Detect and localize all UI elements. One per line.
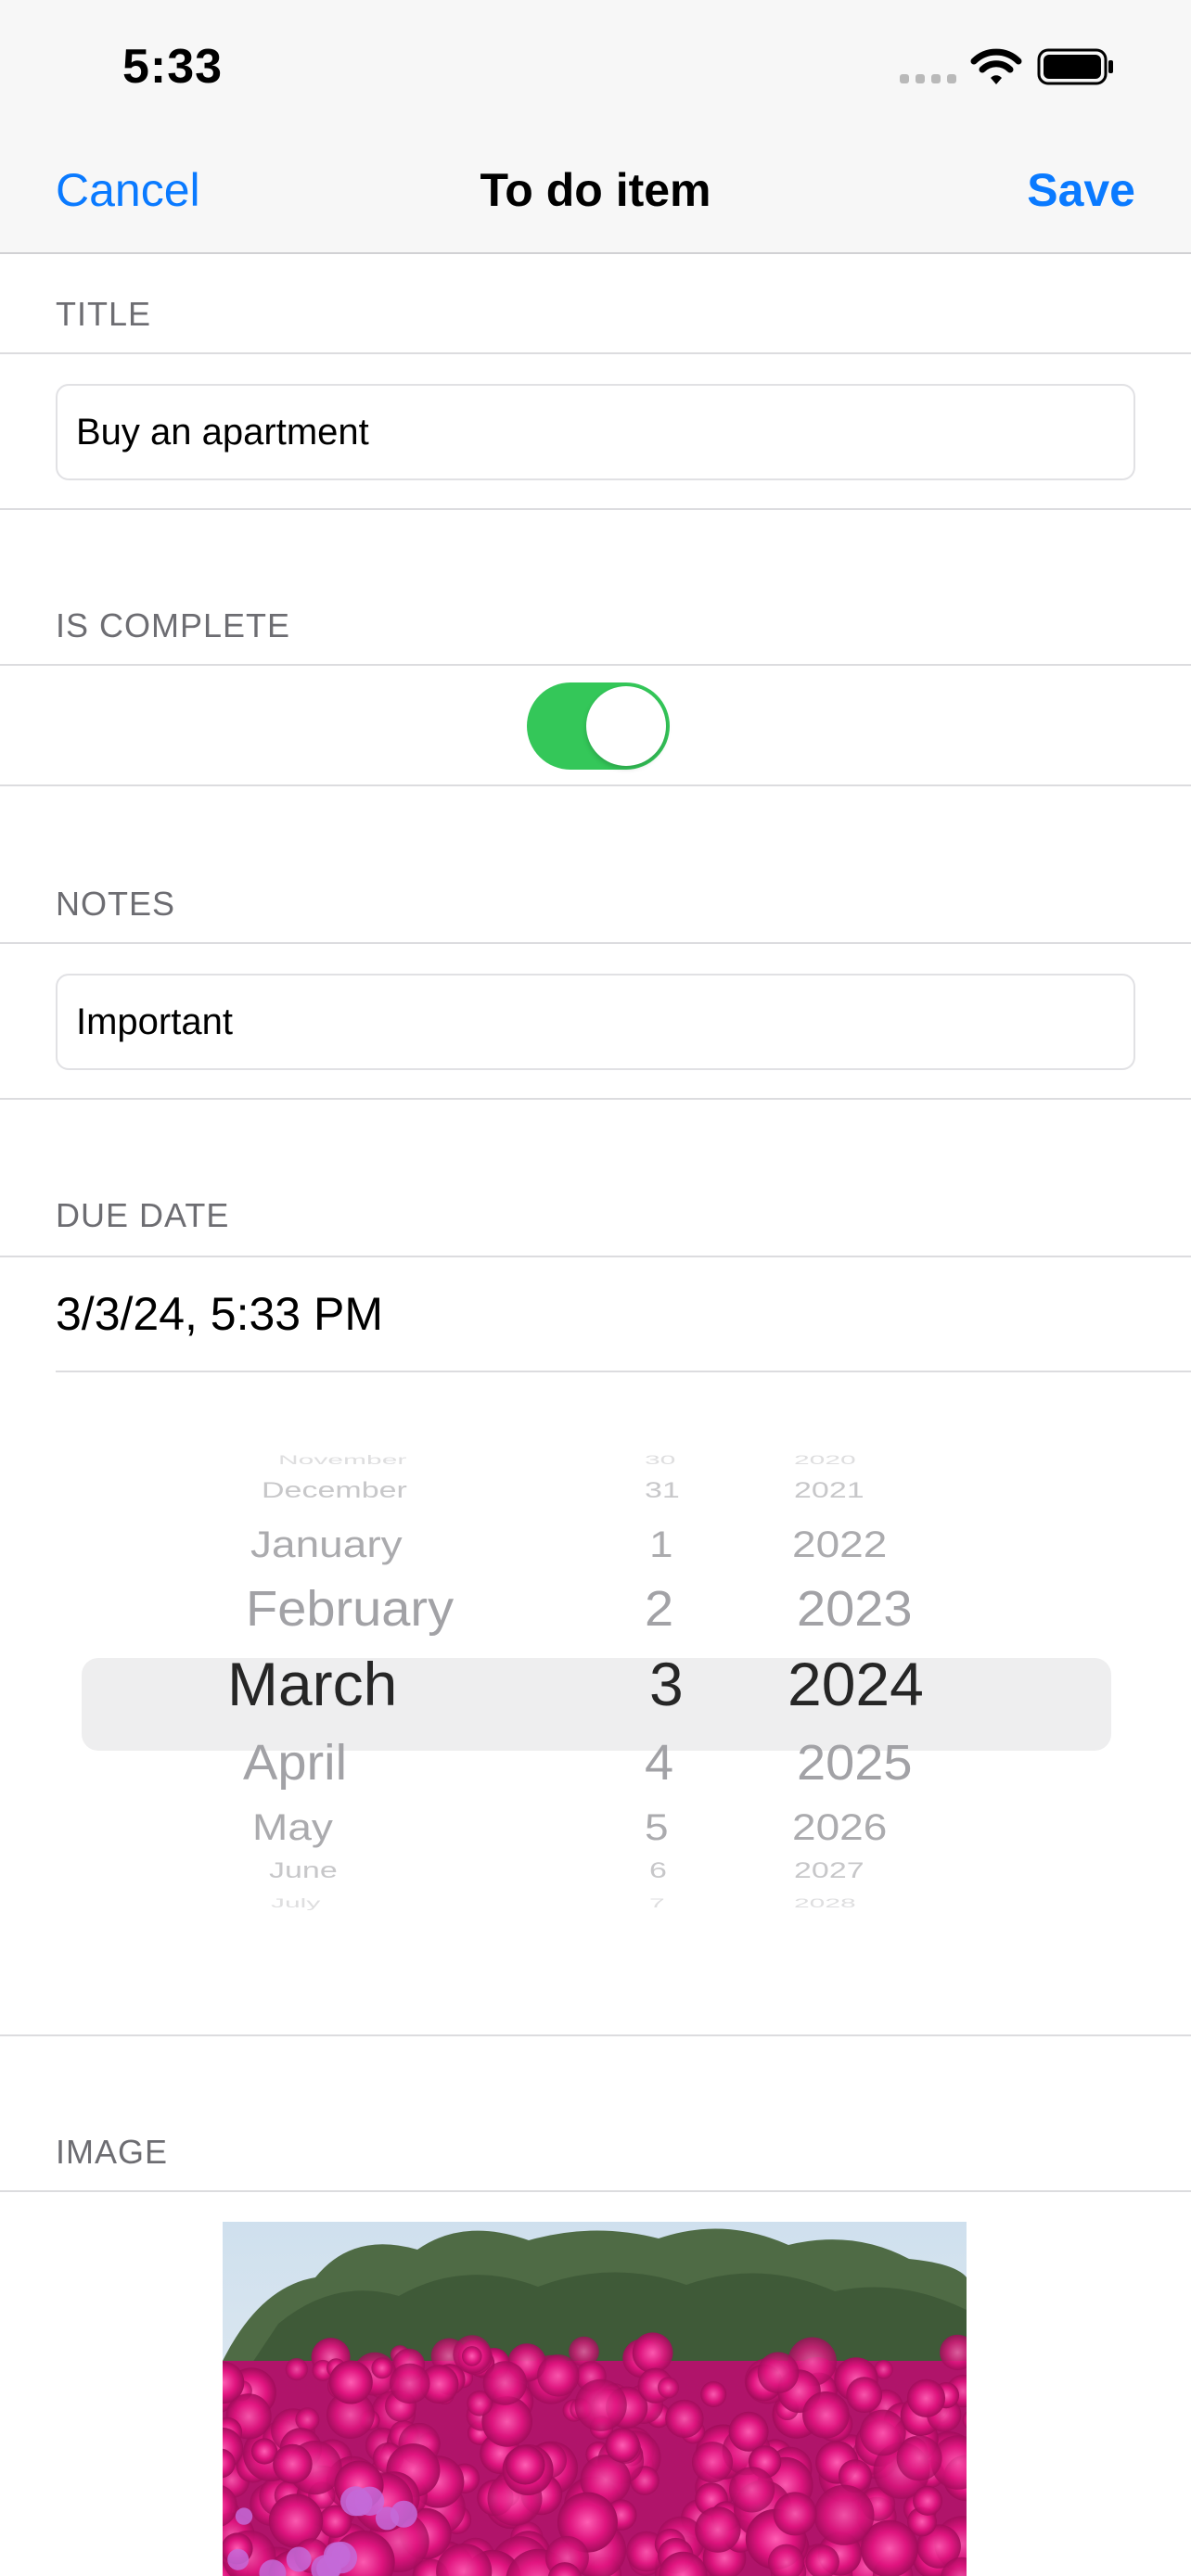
image-section-header: IMAGE [56, 2133, 169, 2171]
year-wheel[interactable]: 2020 2021 2022 2023 2024 2025 2026 2027 2028 [724, 1447, 1002, 1957]
day-option[interactable]: 30 [645, 1453, 675, 1467]
cancel-button[interactable]: Cancel [56, 163, 200, 217]
status-bar: 5:33 [0, 0, 1191, 130]
divider [0, 1256, 1191, 1257]
day-option[interactable]: 1 [649, 1523, 673, 1565]
month-option[interactable]: April [243, 1733, 347, 1791]
divider [0, 1098, 1191, 1100]
divider [0, 664, 1191, 666]
day-option[interactable]: 4 [645, 1733, 673, 1791]
is-complete-section-header: IS COMPLETE [56, 606, 291, 644]
cellular-signal-icon [900, 74, 957, 83]
due-date-value[interactable]: 3/3/24, 5:33 PM [56, 1287, 383, 1341]
day-option[interactable]: 3 [649, 1649, 684, 1719]
day-option[interactable]: 6 [649, 1858, 667, 1883]
flower-photo[interactable] [223, 2222, 967, 2576]
divider [0, 2190, 1191, 2192]
status-time: 5:33 [122, 40, 224, 94]
year-option[interactable]: 2024 [788, 1649, 924, 1719]
month-option[interactable]: November [278, 1453, 406, 1467]
screen: 5:33 To do item Cancel Save TITLE Buy an… [0, 0, 1191, 2576]
year-option[interactable]: 2025 [797, 1733, 913, 1791]
day-option[interactable]: 2 [645, 1579, 673, 1637]
save-button[interactable]: Save [1027, 163, 1135, 217]
battery-icon [1037, 48, 1113, 85]
divider [0, 508, 1191, 510]
month-option[interactable]: January [250, 1523, 403, 1565]
day-option[interactable]: 5 [645, 1805, 669, 1848]
month-option[interactable]: December [262, 1478, 407, 1503]
year-option[interactable]: 2021 [794, 1478, 864, 1503]
flower-photo-drawing [223, 2222, 967, 2576]
due-date-section-header: DUE DATE [56, 1196, 230, 1234]
title-field[interactable]: Buy an apartment [56, 384, 1135, 480]
is-complete-toggle[interactable] [527, 682, 670, 770]
month-option[interactable]: March [227, 1649, 397, 1719]
year-option[interactable]: 2027 [794, 1858, 864, 1883]
year-option[interactable]: 2020 [794, 1453, 856, 1467]
year-option[interactable]: 2028 [794, 1896, 856, 1910]
month-wheel[interactable]: November December January February March Apri… [0, 1447, 519, 1957]
divider [56, 1371, 1191, 1372]
day-option[interactable]: 31 [645, 1478, 680, 1503]
month-option[interactable]: July [271, 1896, 320, 1910]
title-section-header: TITLE [56, 295, 152, 333]
notes-field[interactable]: Important [56, 974, 1135, 1070]
year-option[interactable]: 2023 [797, 1579, 913, 1637]
date-picker[interactable]: November December January February March Apri… [0, 1447, 1191, 1957]
divider [0, 942, 1191, 944]
year-option[interactable]: 2022 [792, 1523, 887, 1565]
toggle-knob [586, 686, 666, 766]
divider [0, 352, 1191, 354]
month-option[interactable]: May [252, 1805, 333, 1848]
navigation-bar: To do item Cancel Save [0, 130, 1191, 254]
day-option[interactable]: 7 [649, 1896, 665, 1910]
month-option[interactable]: June [269, 1858, 338, 1883]
wifi-icon [970, 48, 1022, 84]
year-option[interactable]: 2026 [792, 1805, 887, 1848]
notes-section-header: NOTES [56, 885, 176, 923]
divider [0, 784, 1191, 786]
divider [0, 2034, 1191, 2036]
month-option[interactable]: February [246, 1579, 454, 1637]
